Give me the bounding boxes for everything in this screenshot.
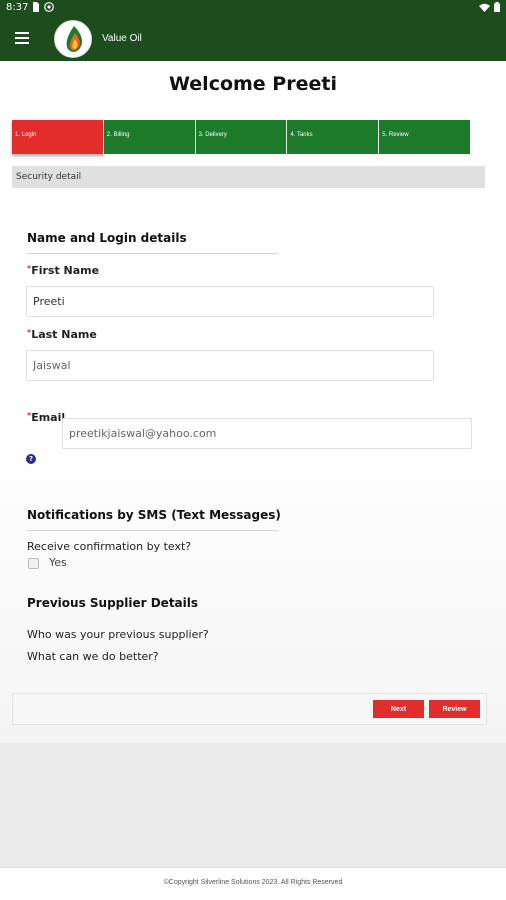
help-icon[interactable]: ? <box>26 454 36 464</box>
page-title: Welcome Preeti <box>169 73 337 95</box>
first-name-label: *First Name <box>27 264 99 277</box>
status-right-icons <box>479 2 500 12</box>
previous-supplier-heading: Previous Supplier Details <box>27 596 199 610</box>
email-field[interactable] <box>62 418 472 449</box>
step-login[interactable]: 1. Login <box>12 120 104 154</box>
heading-divider <box>27 253 278 254</box>
status-time: 8:37 <box>6 2 29 13</box>
improvement-question: What can we do better? <box>27 650 159 663</box>
battery-icon <box>494 2 500 12</box>
step-billing[interactable]: 2. Billing <box>103 120 196 154</box>
main-content: Welcome Preeti 1. Login 2. Billing 3. De… <box>0 61 506 743</box>
value-oil-logo <box>54 20 92 58</box>
action-bar: Next Review <box>12 693 487 725</box>
last-name-field[interactable] <box>26 350 434 381</box>
first-name-label-text: First Name <box>31 264 100 277</box>
step-delivery[interactable]: 3. Delivery <box>195 120 288 154</box>
empty-band <box>0 743 506 867</box>
wifi-icon <box>479 3 490 12</box>
login-details-heading: Name and Login details <box>27 231 187 245</box>
notification-icon <box>44 2 54 12</box>
app-bar: Value Oil <box>0 16 506 61</box>
first-name-field[interactable] <box>26 286 434 317</box>
footer-copyright: ©Copyright Silverline Solutions 2023. Al… <box>0 867 506 900</box>
heading-divider <box>27 530 278 531</box>
email-label: *Email <box>27 411 65 424</box>
wizard-steps: 1. Login 2. Billing 3. Delivery 4. Tanks… <box>12 120 470 154</box>
sms-notifications-heading: Notifications by SMS (Text Messages) <box>27 508 281 522</box>
last-name-label: *Last Name <box>27 328 97 341</box>
sms-yes-label: Yes <box>49 556 67 569</box>
email-label-text: Email <box>31 411 66 424</box>
step-review[interactable]: 5. Review <box>379 120 470 154</box>
sms-question: Receive confirmation by text? <box>27 540 192 553</box>
section-header-security: Security detail <box>12 166 485 188</box>
status-bar: 8:37 <box>0 0 506 16</box>
app-title: Value Oil <box>102 33 142 44</box>
review-button[interactable]: Review <box>429 700 480 718</box>
next-button[interactable]: Next <box>373 700 424 718</box>
step-tanks[interactable]: 4. Tanks <box>287 120 380 154</box>
last-name-label-text: Last Name <box>31 328 97 341</box>
status-left-icons <box>32 2 54 12</box>
previous-supplier-question: Who was your previous supplier? <box>27 628 209 641</box>
sms-yes-checkbox[interactable] <box>28 558 39 569</box>
hamburger-menu-icon[interactable] <box>15 32 29 44</box>
sim-card-icon <box>33 2 39 12</box>
